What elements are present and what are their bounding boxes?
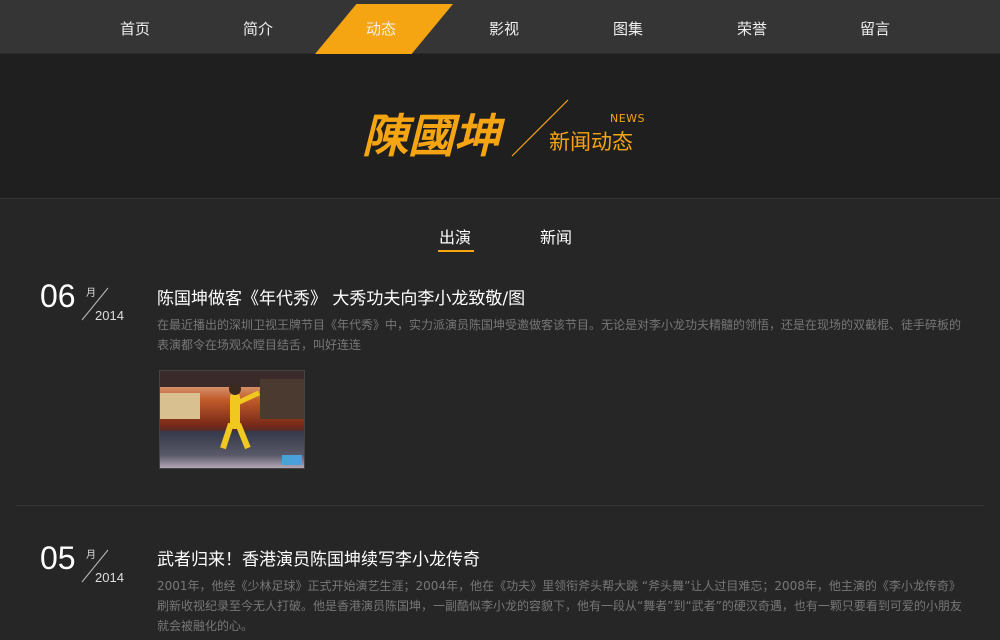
article-excerpt: 在最近播出的深圳卫视王牌节目《年代秀》中，实力派演员陈国坤受邀做客该节目。无论是… bbox=[157, 318, 962, 352]
article-divider bbox=[15, 505, 985, 506]
date-day: 06 bbox=[40, 278, 76, 314]
nav-item-gallery[interactable]: 图集 bbox=[568, 0, 688, 54]
nav-item-honors[interactable]: 荣誉 bbox=[692, 0, 812, 54]
tab-news[interactable]: 新闻 bbox=[540, 224, 572, 248]
article-title[interactable]: 陈国坤做客《年代秀》 大秀功夫向李小龙致敬/图 bbox=[157, 284, 525, 309]
tab-performances[interactable]: 出演 bbox=[439, 224, 471, 248]
news-en-label: NEWS bbox=[610, 112, 646, 125]
article-thumbnail[interactable] bbox=[159, 370, 305, 469]
date-year: 2014 bbox=[95, 308, 124, 323]
top-nav: 首页 简介 动态 影视 图集 荣誉 留言 bbox=[0, 0, 1000, 54]
nav-item-intro[interactable]: 简介 bbox=[198, 0, 318, 54]
nav-item-news[interactable]: 动态 bbox=[321, 0, 441, 54]
active-tab-underline bbox=[438, 250, 474, 252]
nav-item-films[interactable]: 影视 bbox=[444, 0, 564, 54]
page-header: 陳國坤 NEWS 新闻动态 bbox=[0, 54, 1000, 199]
news-cn-title: 新闻动态 bbox=[549, 130, 633, 154]
article-title[interactable]: 武者归来！香港演员陈国坤续写李小龙传奇 bbox=[157, 545, 480, 570]
article-excerpt: 2001年，他经《少林足球》正式开始演艺生涯；2004年，他在《功夫》里领衔斧头… bbox=[157, 579, 962, 633]
nav-item-guestbook[interactable]: 留言 bbox=[815, 0, 935, 54]
date-day: 05 bbox=[40, 540, 76, 576]
logo-text: 陳國坤 bbox=[362, 109, 506, 163]
date-year: 2014 bbox=[95, 570, 124, 585]
nav-item-home[interactable]: 首页 bbox=[75, 0, 195, 54]
